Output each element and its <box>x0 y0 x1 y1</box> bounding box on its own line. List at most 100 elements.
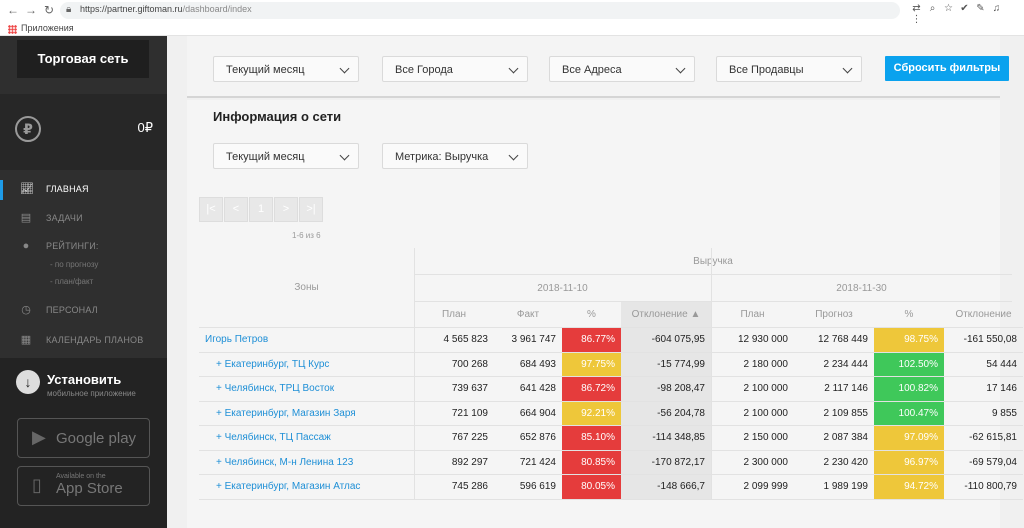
zone-link[interactable]: Игорь Петров <box>199 328 414 353</box>
metric-dropdown[interactable]: Метрика: Выручка <box>382 143 528 169</box>
first-page-button[interactable]: |< <box>199 197 223 222</box>
sidebar-subitem-plan-fact[interactable]: - план/факт <box>50 277 93 286</box>
info-period-label: Текущий месяц <box>226 151 305 163</box>
table-cell: 3 961 747 <box>494 328 562 353</box>
zone-link[interactable]: + Екатеринбург, Магазин Атлас <box>199 475 414 500</box>
seller-dropdown[interactable]: Все Продавцы <box>716 56 862 82</box>
period-dropdown[interactable]: Текущий месяц <box>213 56 359 82</box>
bookmark-apps[interactable]: Приложения <box>21 23 74 33</box>
table-cell: 745 286 <box>414 475 494 500</box>
sidebar-item-staff[interactable]: ◷ ПЕРСОНАЛ <box>0 299 167 323</box>
column-header[interactable]: Прогноз <box>794 302 874 328</box>
reload-icon[interactable]: ↻ <box>42 3 56 17</box>
zone-link[interactable]: + Челябинск, ТРЦ Восток <box>199 377 414 402</box>
percent-cell: 80.85% <box>562 450 621 475</box>
percent-cell: 80.05% <box>562 475 621 500</box>
balance-value: 0₽ <box>137 120 153 135</box>
metric-dropdown-label: Метрика: Выручка <box>395 151 489 163</box>
google-play-button[interactable]: ▶ Google play <box>17 418 150 458</box>
page-button-1[interactable]: 1 <box>249 197 273 222</box>
address-bar[interactable]: 🔒︎ https://partner.giftoman.ru/dashboard… <box>60 2 900 19</box>
zoom-icon[interactable]: ⌕ <box>926 3 939 14</box>
percent-cell: 92.21% <box>562 401 621 426</box>
sidebar-item-ratings[interactable]: ● РЕЙТИНГИ: <box>0 235 167 259</box>
chevron-down-icon <box>339 63 350 74</box>
apps-grid-icon[interactable] <box>8 25 17 34</box>
zone-link[interactable]: + Екатеринбург, Магазин Заря <box>199 402 414 426</box>
chevron-down-icon <box>508 63 519 74</box>
date-header-2: 2018-11-30 <box>711 275 1012 302</box>
table-cell: 652 876 <box>494 426 562 451</box>
column-divider <box>711 248 712 500</box>
city-dropdown[interactable]: Все Города <box>382 56 528 82</box>
back-icon[interactable]: ← <box>6 3 20 17</box>
table-cell: 2 099 999 <box>711 475 794 500</box>
zones-header[interactable]: Зоны <box>199 248 414 328</box>
address-dropdown[interactable]: Все Адреса <box>549 56 695 82</box>
music-icon[interactable]: ♫ <box>990 3 1003 14</box>
app-store-small: Available on the <box>56 473 106 480</box>
chevron-down-icon <box>339 150 350 161</box>
main-content: Текущий месяц Все Города Все Адреса Все … <box>167 36 1024 528</box>
translate-icon[interactable]: ⇄ <box>910 3 923 14</box>
table-cell: 739 637 <box>414 377 494 402</box>
app-store-button[interactable]: ▯ Available on the App Store <box>17 466 150 506</box>
period-dropdown-label: Текущий месяц <box>226 64 305 76</box>
table-cell: 767 225 <box>414 426 494 451</box>
browser-chrome: ← → ↻ 🔒︎ https://partner.giftoman.ru/das… <box>0 0 1024 36</box>
sidebar-item-tasks[interactable]: ▤ ЗАДАЧИ <box>0 207 167 231</box>
install-panel: ↓ Установить мобильное приложение ▶ Goog… <box>0 358 167 528</box>
forward-icon[interactable]: → <box>24 3 38 17</box>
sidebar-item-main[interactable]: 📈︎ ГЛАВНАЯ <box>0 178 167 202</box>
table-cell: 9 855 <box>944 402 1023 426</box>
sidebar-item-label: КАЛЕНДАРЬ ПЛАНОВ <box>46 335 144 345</box>
sidebar-subitem-forecast[interactable]: - по прогнозу <box>50 260 98 269</box>
sidebar-item-label: РЕЙТИНГИ: <box>46 241 99 251</box>
table-cell: 2 087 384 <box>794 426 874 451</box>
date-header-1: 2018-11-10 <box>414 275 711 302</box>
column-header[interactable]: Отклонение <box>944 302 1023 328</box>
address-dropdown-label: Все Адреса <box>562 64 622 76</box>
last-page-button[interactable]: >| <box>299 197 323 222</box>
table-cell: -170 872,17 <box>621 450 711 475</box>
zone-link[interactable]: + Екатеринбург, ТЦ Курс <box>199 353 414 377</box>
column-header[interactable]: План <box>711 302 794 328</box>
reset-filters-button[interactable]: Сбросить фильтры <box>885 56 1009 81</box>
phone-icon: ▯ <box>32 475 42 495</box>
table-cell: 892 297 <box>414 451 494 475</box>
extension-icon[interactable]: ✔ <box>958 3 971 14</box>
star-icon[interactable]: ☆ <box>942 3 955 14</box>
column-header[interactable]: Факт <box>494 302 562 328</box>
chevron-down-icon <box>842 63 853 74</box>
column-header[interactable]: % <box>874 302 944 328</box>
group-header: Выручка <box>414 248 1012 275</box>
app-store-label: App Store <box>56 480 123 497</box>
percent-cell: 97.09% <box>874 426 944 451</box>
column-header[interactable]: План <box>414 302 494 328</box>
ruble-icon: ₽ <box>15 116 41 142</box>
table-cell: -161 550,08 <box>944 328 1023 353</box>
column-header[interactable]: % <box>562 302 621 328</box>
city-dropdown-label: Все Города <box>395 64 453 76</box>
chevron-down-icon <box>675 63 686 74</box>
zone-link[interactable]: + Челябинск, М-н Ленина 123 <box>199 451 414 475</box>
puzzle-icon[interactable]: ✎ <box>974 3 987 14</box>
percent-cell: 94.72% <box>874 475 944 500</box>
table-cell: 596 619 <box>494 475 562 500</box>
table-cell: 1 989 199 <box>794 475 874 500</box>
zone-link[interactable]: + Челябинск, ТЦ Пассаж <box>199 426 414 451</box>
info-period-dropdown[interactable]: Текущий месяц <box>213 143 359 169</box>
table-cell: 2 230 420 <box>794 451 874 475</box>
table-cell: 2 300 000 <box>711 451 794 475</box>
sidebar-item-label: ПЕРСОНАЛ <box>46 305 98 315</box>
url-text[interactable]: https://partner.giftoman.ru/dashboard/in… <box>80 4 252 14</box>
prev-page-button[interactable]: < <box>224 197 248 222</box>
table-cell: 2 117 146 <box>794 377 874 402</box>
brand-logo[interactable]: Торговая сеть <box>17 40 149 78</box>
table-cell: 17 146 <box>944 377 1023 402</box>
table-cell: 641 428 <box>494 377 562 402</box>
sidebar-item-calendar[interactable]: ▦ КАЛЕНДАРЬ ПЛАНОВ <box>0 329 167 353</box>
next-page-button[interactable]: > <box>274 197 298 222</box>
column-header[interactable]: Отклонение ▲ <box>621 302 711 328</box>
table-cell: -110 800,79 <box>944 475 1023 500</box>
